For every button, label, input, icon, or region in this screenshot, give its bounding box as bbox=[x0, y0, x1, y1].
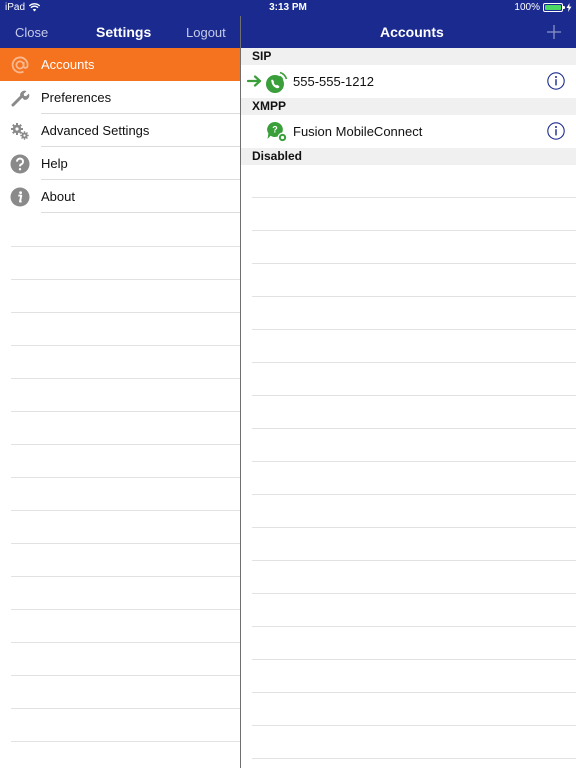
sip-phone-icon bbox=[266, 71, 288, 93]
info-circle-icon bbox=[10, 187, 30, 207]
battery-percent: 100% bbox=[514, 2, 540, 13]
accounts-navbar: Accounts bbox=[241, 16, 576, 48]
menu-label-accounts: Accounts bbox=[41, 57, 95, 72]
at-sign-icon bbox=[10, 55, 30, 75]
empty-row-separator bbox=[252, 428, 576, 429]
close-button[interactable]: Close bbox=[15, 25, 48, 40]
empty-row-separator bbox=[252, 461, 576, 462]
empty-row-separator bbox=[252, 362, 576, 363]
empty-row-separator bbox=[11, 444, 240, 445]
empty-row-separator bbox=[11, 543, 240, 544]
empty-row-separator bbox=[252, 560, 576, 561]
battery-icon bbox=[543, 3, 565, 12]
empty-row-separator bbox=[11, 378, 240, 379]
empty-row-separator bbox=[252, 296, 576, 297]
empty-row-separator bbox=[252, 593, 576, 594]
empty-row-separator bbox=[11, 609, 240, 610]
empty-row-separator bbox=[11, 345, 240, 346]
empty-row-separator bbox=[11, 246, 240, 247]
charging-bolt-icon bbox=[566, 3, 572, 12]
question-icon bbox=[10, 154, 30, 174]
status-right: 100% bbox=[514, 2, 572, 13]
menu-label-about: About bbox=[41, 189, 75, 204]
empty-row-separator bbox=[252, 527, 576, 528]
empty-row-separator bbox=[252, 263, 576, 264]
gears-icon bbox=[10, 121, 30, 141]
empty-row-separator bbox=[11, 675, 240, 676]
empty-row-separator bbox=[11, 279, 240, 280]
empty-row-separator bbox=[252, 626, 576, 627]
empty-row-separator bbox=[11, 312, 240, 313]
menu-label-preferences: Preferences bbox=[41, 90, 112, 105]
account-info-button-sip[interactable] bbox=[547, 72, 565, 90]
status-time: 3:13 PM bbox=[269, 2, 307, 13]
empty-row-separator bbox=[11, 510, 240, 511]
empty-row-separator bbox=[252, 329, 576, 330]
empty-row-separator bbox=[11, 642, 240, 643]
svg-text:?: ? bbox=[272, 125, 278, 135]
empty-row-separator bbox=[252, 395, 576, 396]
menu-item-accounts[interactable]: Accounts bbox=[0, 48, 240, 81]
menu-item-advanced-settings[interactable]: Advanced Settings bbox=[0, 114, 240, 147]
status-bar: iPad 3:13 PM 100% bbox=[0, 0, 576, 16]
accounts-title: Accounts bbox=[380, 24, 444, 40]
settings-menu: Accounts Preferences Advanced Settings H… bbox=[0, 48, 240, 213]
empty-row-separator bbox=[252, 197, 576, 198]
empty-row-separator bbox=[11, 576, 240, 577]
account-label-xmpp: Fusion MobileConnect bbox=[293, 124, 423, 139]
empty-row-separator bbox=[252, 725, 576, 726]
default-account-arrow-icon bbox=[247, 75, 262, 87]
chat-bubble-icon: ? bbox=[267, 122, 288, 143]
empty-row-separator bbox=[11, 477, 240, 478]
settings-navbar: Close Settings Logout bbox=[0, 16, 240, 48]
empty-row-separator bbox=[252, 692, 576, 693]
empty-row-separator bbox=[11, 741, 240, 742]
logout-button[interactable]: Logout bbox=[186, 25, 226, 40]
menu-label-advanced-settings: Advanced Settings bbox=[41, 123, 150, 138]
settings-title: Settings bbox=[96, 24, 152, 40]
empty-row-separator bbox=[252, 230, 576, 231]
section-header-sip: SIP bbox=[241, 48, 576, 65]
empty-row-separator bbox=[11, 411, 240, 412]
empty-row-separator bbox=[252, 494, 576, 495]
menu-item-about[interactable]: About bbox=[0, 180, 240, 213]
plus-icon[interactable] bbox=[547, 25, 561, 39]
account-label-sip: 555-555-1212 bbox=[293, 74, 374, 89]
menu-item-help[interactable]: Help bbox=[0, 147, 240, 180]
menu-item-preferences[interactable]: Preferences bbox=[0, 81, 240, 114]
empty-row-separator bbox=[252, 758, 576, 759]
account-row-sip[interactable]: 555-555-1212 bbox=[241, 65, 576, 98]
account-info-button-xmpp[interactable] bbox=[547, 122, 565, 140]
wrench-icon bbox=[10, 88, 30, 108]
section-header-xmpp: XMPP bbox=[241, 98, 576, 115]
empty-row-separator bbox=[11, 708, 240, 709]
account-row-xmpp[interactable]: ? Fusion MobileConnect bbox=[241, 115, 576, 148]
section-header-disabled: Disabled bbox=[241, 148, 576, 165]
empty-row-separator bbox=[252, 659, 576, 660]
menu-label-help: Help bbox=[41, 156, 68, 171]
